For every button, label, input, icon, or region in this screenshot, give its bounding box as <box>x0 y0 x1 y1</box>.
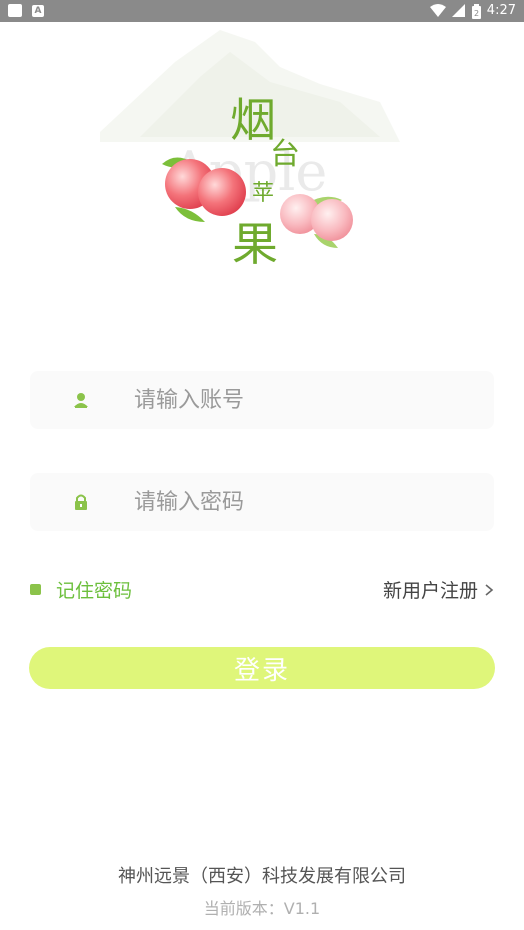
cell-signal-icon <box>451 4 465 17</box>
status-bar: A 2 4:27 <box>0 0 524 22</box>
svg-text:2: 2 <box>474 9 479 18</box>
login-button[interactable]: 登录 <box>29 647 495 689</box>
register-label: 新用户注册 <box>382 580 478 602</box>
password-field[interactable] <box>30 473 494 531</box>
user-icon <box>74 393 88 408</box>
remember-password-toggle[interactable]: 记住密码 <box>30 576 132 603</box>
account-field[interactable] <box>30 371 494 429</box>
logo-char-4: 果 <box>232 217 278 271</box>
wifi-icon <box>429 4 446 17</box>
battery-icon: 2 <box>471 3 481 19</box>
status-time: 4:27 <box>486 3 516 18</box>
account-input[interactable] <box>134 371 474 429</box>
version-label: 当前版本：V1.1 <box>203 899 321 918</box>
remember-checkbox[interactable] <box>30 584 41 595</box>
notification-square-icon <box>8 4 22 17</box>
status-notifications: A <box>8 4 44 17</box>
logo-char-3: 苹 <box>252 181 274 206</box>
app-logo: Apple 烟 台 苹 果 <box>100 30 400 271</box>
password-input[interactable] <box>134 473 474 531</box>
register-link[interactable]: 新用户注册 <box>383 576 494 603</box>
status-indicators: 2 4:27 <box>429 2 516 20</box>
lock-icon <box>75 494 87 510</box>
logo-char-2: 台 <box>270 137 300 172</box>
remember-label: 记住密码 <box>56 580 133 602</box>
notification-a-icon: A <box>32 4 44 17</box>
chevron-right-icon <box>485 583 494 596</box>
company-name: 神州远景（西安）科技发展有限公司 <box>118 866 406 887</box>
